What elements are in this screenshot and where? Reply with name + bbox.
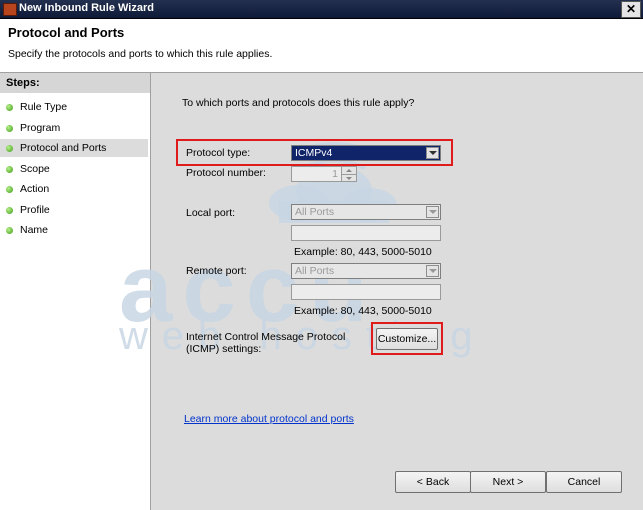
steps-pane: Steps: Rule Type Program Protocol and Po… xyxy=(0,73,151,510)
remote-port-input[interactable] xyxy=(291,284,441,300)
remote-port-dropdown[interactable]: All Ports xyxy=(291,263,441,279)
back-button[interactable]: < Back xyxy=(395,471,471,493)
cancel-button[interactable]: Cancel xyxy=(546,471,622,493)
green-dot-icon xyxy=(6,227,13,234)
page-subtitle: Specify the protocols and ports to which… xyxy=(8,48,273,60)
step-rule-type[interactable]: Rule Type xyxy=(0,98,148,116)
protocol-type-value: ICMPv4 xyxy=(295,147,333,159)
close-button[interactable]: ✕ xyxy=(621,1,641,18)
chevron-down-icon[interactable] xyxy=(426,206,439,218)
page-title: Protocol and Ports xyxy=(8,25,125,40)
protocol-number-field[interactable]: 1 xyxy=(291,166,343,182)
green-dot-icon xyxy=(6,186,13,193)
step-label: Profile xyxy=(20,204,50,216)
local-port-dropdown[interactable]: All Ports xyxy=(291,204,441,220)
green-dot-icon xyxy=(6,104,13,111)
protocol-type-dropdown[interactable]: ICMPv4 xyxy=(291,145,441,161)
step-label: Protocol and Ports xyxy=(20,142,107,154)
remote-port-example: Example: 80, 443, 5000-5010 xyxy=(294,305,432,317)
green-dot-icon xyxy=(6,145,13,152)
step-name[interactable]: Name xyxy=(0,221,148,239)
remote-port-label: Remote port: xyxy=(186,265,247,277)
protocol-number-label: Protocol number: xyxy=(186,167,266,179)
step-scope[interactable]: Scope xyxy=(0,160,148,178)
remote-port-value: All Ports xyxy=(295,265,335,277)
title-bar: New Inbound Rule Wizard ✕ xyxy=(0,0,643,19)
protocol-type-label: Protocol type: xyxy=(186,147,251,159)
step-profile[interactable]: Profile xyxy=(0,201,148,219)
protocol-number-spinner[interactable] xyxy=(341,166,357,182)
window-title: New Inbound Rule Wizard xyxy=(19,2,154,14)
green-dot-icon xyxy=(6,207,13,214)
firewall-icon xyxy=(3,3,17,16)
chevron-down-icon[interactable] xyxy=(426,147,439,159)
local-port-label: Local port: xyxy=(186,207,236,219)
spinner-up-icon[interactable] xyxy=(342,167,356,175)
step-protocol-and-ports[interactable]: Protocol and Ports xyxy=(0,139,148,157)
step-label: Action xyxy=(20,183,50,195)
step-label: Name xyxy=(20,224,49,236)
wizard-header: Protocol and Ports Specify the protocols… xyxy=(0,19,643,73)
local-port-input[interactable] xyxy=(291,225,441,241)
protocol-number-value: 1 xyxy=(332,168,338,180)
green-dot-icon xyxy=(6,166,13,173)
question-text: To which ports and protocols does this r… xyxy=(182,97,415,109)
step-program[interactable]: Program xyxy=(0,119,148,137)
customize-button[interactable]: Customize... xyxy=(376,328,438,350)
learn-more-link[interactable]: Learn more about protocol and ports xyxy=(184,413,354,425)
steps-title: Steps: xyxy=(0,73,150,93)
next-button[interactable]: Next > xyxy=(470,471,546,493)
chevron-down-icon[interactable] xyxy=(426,265,439,277)
step-label: Scope xyxy=(20,163,50,175)
step-label: Program xyxy=(20,122,61,134)
green-dot-icon xyxy=(6,125,13,132)
step-label: Rule Type xyxy=(20,101,68,113)
local-port-value: All Ports xyxy=(295,206,335,218)
step-action[interactable]: Action xyxy=(0,180,148,198)
main-pane: accu web hosting To which ports and prot… xyxy=(119,73,643,510)
icmp-label-line2: (ICMP) settings: xyxy=(186,343,262,355)
local-port-example: Example: 80, 443, 5000-5010 xyxy=(294,246,432,258)
icmp-label-line1: Internet Control Message Protocol xyxy=(186,331,346,343)
